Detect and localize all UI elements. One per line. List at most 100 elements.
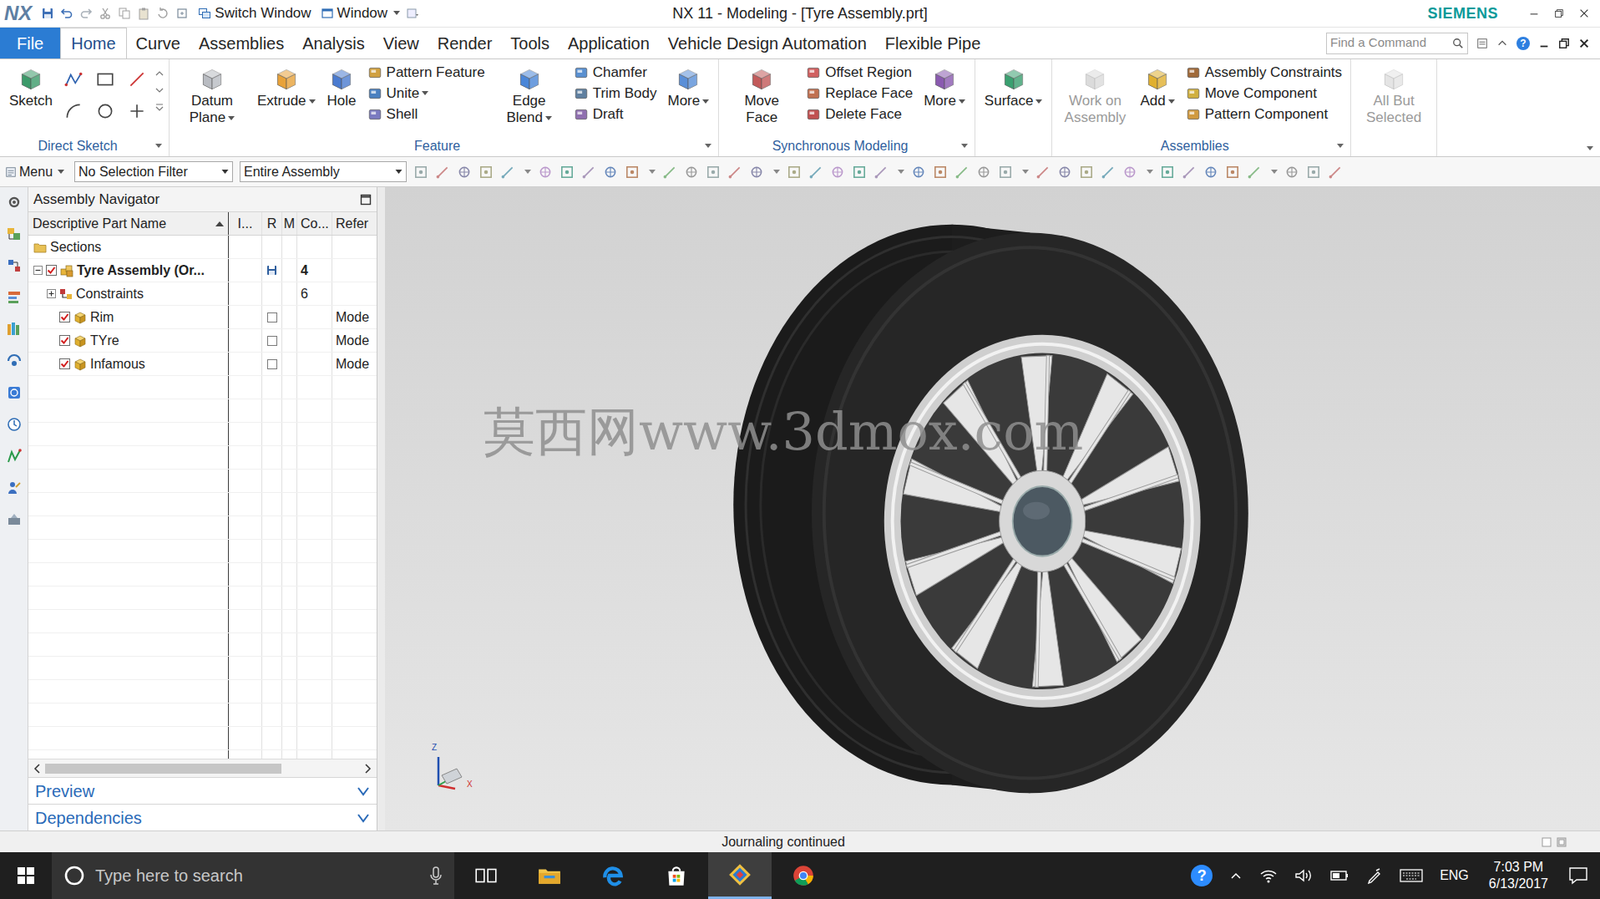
scroll-right-icon[interactable] xyxy=(363,763,372,774)
ribbon-large-button[interactable]: Hole xyxy=(323,62,361,110)
dropdown-arrow-icon[interactable] xyxy=(524,169,532,175)
ribbon-small-button[interactable]: Offset Region xyxy=(805,62,913,83)
assembly-navigator-icon[interactable] xyxy=(5,225,23,243)
search-icon[interactable] xyxy=(1452,37,1464,50)
ribbon-small-button[interactable]: Pattern Component xyxy=(1185,104,1342,125)
navigator-row[interactable]: InfamousMode xyxy=(28,352,377,376)
ribbon-small-button[interactable]: Assembly Constraints xyxy=(1185,62,1342,83)
visibility-checkbox[interactable] xyxy=(59,311,71,323)
system-materials-icon[interactable] xyxy=(5,511,23,528)
ribbon-large-button[interactable]: More xyxy=(663,62,714,110)
toolbar-tool-icon[interactable] xyxy=(808,164,824,180)
ribbon-button-label[interactable]: Unite xyxy=(386,82,430,105)
taskbar-app-button[interactable] xyxy=(517,851,582,899)
toolbar-tool-icon[interactable] xyxy=(1035,164,1051,180)
toolbar-tool-icon[interactable] xyxy=(727,164,743,180)
ribbon-small-button[interactable]: Replace Face xyxy=(805,83,913,104)
circle-icon[interactable] xyxy=(95,101,116,122)
ribbon-tab[interactable]: Flexible Pipe xyxy=(875,27,991,59)
line-icon[interactable] xyxy=(126,69,147,90)
point-icon[interactable] xyxy=(126,101,147,122)
dropdown-arrow-icon[interactable] xyxy=(1270,169,1278,175)
ribbon-button-label[interactable]: Hole xyxy=(327,92,357,110)
expand-panel-icon[interactable] xyxy=(356,812,370,823)
taskbar-clock[interactable]: 7:03 PM6/13/2017 xyxy=(1485,858,1552,892)
ribbon-button-label[interactable]: Replace Face xyxy=(825,82,913,105)
column-label[interactable]: Descriptive Part Name xyxy=(32,213,167,234)
toolbar-tool-icon[interactable] xyxy=(954,164,970,180)
command-finder-input[interactable] xyxy=(1330,33,1450,53)
dropdown-value[interactable]: No Selection Filter xyxy=(78,162,188,183)
ribbon-button-label[interactable]: Extrude xyxy=(257,92,316,110)
switch-window-button[interactable]: Switch Window xyxy=(194,2,311,25)
gallery-more-icon[interactable] xyxy=(155,102,164,112)
doc-restore-icon[interactable] xyxy=(1558,37,1570,50)
command-icon[interactable] xyxy=(673,64,703,93)
toolbar-tool-icon[interactable] xyxy=(705,164,721,180)
toolbar-tool-icon[interactable] xyxy=(456,164,472,180)
command-icon[interactable] xyxy=(1143,64,1172,93)
save-icon[interactable] xyxy=(40,6,55,21)
toolbar-tool-icon[interactable] xyxy=(1327,164,1343,180)
visibility-checkbox[interactable] xyxy=(45,264,57,276)
column-header[interactable]: R xyxy=(262,212,283,235)
command-icon[interactable] xyxy=(573,106,589,122)
toolbar-tool-icon[interactable] xyxy=(911,164,927,180)
profile-icon[interactable] xyxy=(63,69,84,90)
toolbar-tool-icon[interactable] xyxy=(537,164,553,180)
navigator-row[interactable]: RimMode xyxy=(28,305,377,330)
ribbon-tab[interactable]: Assemblies xyxy=(189,27,294,59)
ribbon-small-button[interactable]: Chamfer xyxy=(573,62,658,83)
minimize-icon[interactable] xyxy=(1528,7,1540,20)
ribbon-options-icon[interactable] xyxy=(1476,37,1489,50)
dropdown-arrow-icon[interactable] xyxy=(1168,99,1175,105)
dropdown-arrow-icon[interactable] xyxy=(545,116,552,122)
menu-label[interactable]: Menu xyxy=(19,162,53,183)
resource-settings-icon[interactable] xyxy=(5,193,23,211)
quick-access-label[interactable]: Window xyxy=(337,2,388,25)
toolbar-tool-icon[interactable] xyxy=(1078,164,1094,180)
toolbar-tool-icon[interactable] xyxy=(1100,164,1116,180)
help-button[interactable]: ? xyxy=(1516,36,1530,51)
command-icon[interactable] xyxy=(747,64,776,93)
ribbon-tab[interactable]: Vehicle Design Automation xyxy=(658,27,876,59)
status-window-icon[interactable] xyxy=(1541,836,1552,847)
sort-ascending-icon[interactable] xyxy=(215,220,224,227)
dropdown-arrow-icon[interactable] xyxy=(773,169,780,175)
command-icon[interactable] xyxy=(1379,64,1408,93)
toolbar-tool-icon[interactable] xyxy=(851,164,867,180)
hd3d-tools-icon[interactable] xyxy=(5,352,23,370)
dropdown-arrow-icon[interactable] xyxy=(648,169,656,175)
column-label[interactable]: R xyxy=(267,213,278,234)
ribbon-tab[interactable]: Home xyxy=(60,27,127,59)
ribbon-tab[interactable]: Application xyxy=(558,27,659,59)
ribbon-button-label[interactable]: Offset Region xyxy=(825,61,912,84)
group-menu-icon[interactable] xyxy=(1336,143,1344,149)
navigator-row[interactable]: Tyre Assembly (Or...4 xyxy=(28,258,377,283)
file-menu[interactable]: File xyxy=(0,27,61,59)
ribbon-button-label[interactable]: Add xyxy=(1139,92,1175,110)
taskbar-app-button[interactable] xyxy=(454,851,518,899)
part-name[interactable]: Tyre Assembly (Or... xyxy=(76,260,205,281)
toolbar-tool-icon[interactable] xyxy=(581,164,597,180)
taskbar-search[interactable] xyxy=(51,851,455,899)
toolbar-tool-icon[interactable] xyxy=(1159,164,1175,180)
dropdown-arrow-icon[interactable] xyxy=(1146,169,1154,175)
action-center-icon[interactable] xyxy=(1568,865,1589,885)
toolbar-tool-icon[interactable] xyxy=(1306,164,1322,180)
ribbon-button-label[interactable]: Assembly Constraints xyxy=(1205,61,1342,84)
command-icon[interactable] xyxy=(1080,64,1109,93)
ribbon-tab[interactable]: Render xyxy=(428,27,502,59)
part-name[interactable]: Sections xyxy=(50,237,102,258)
command-icon[interactable] xyxy=(515,64,544,93)
command-icon[interactable] xyxy=(805,65,821,81)
toolbar-tool-icon[interactable] xyxy=(932,164,948,180)
command-icon[interactable] xyxy=(272,64,301,93)
toolbar-tool-icon[interactable] xyxy=(786,164,802,180)
command-icon[interactable] xyxy=(573,65,589,81)
ribbon-button-label[interactable]: Chamfer xyxy=(592,61,648,84)
ribbon-small-button[interactable]: Shell xyxy=(367,104,486,125)
cortana-icon[interactable] xyxy=(63,864,86,887)
panel-label[interactable]: Preview xyxy=(35,778,95,804)
menu-icon[interactable] xyxy=(5,166,17,178)
